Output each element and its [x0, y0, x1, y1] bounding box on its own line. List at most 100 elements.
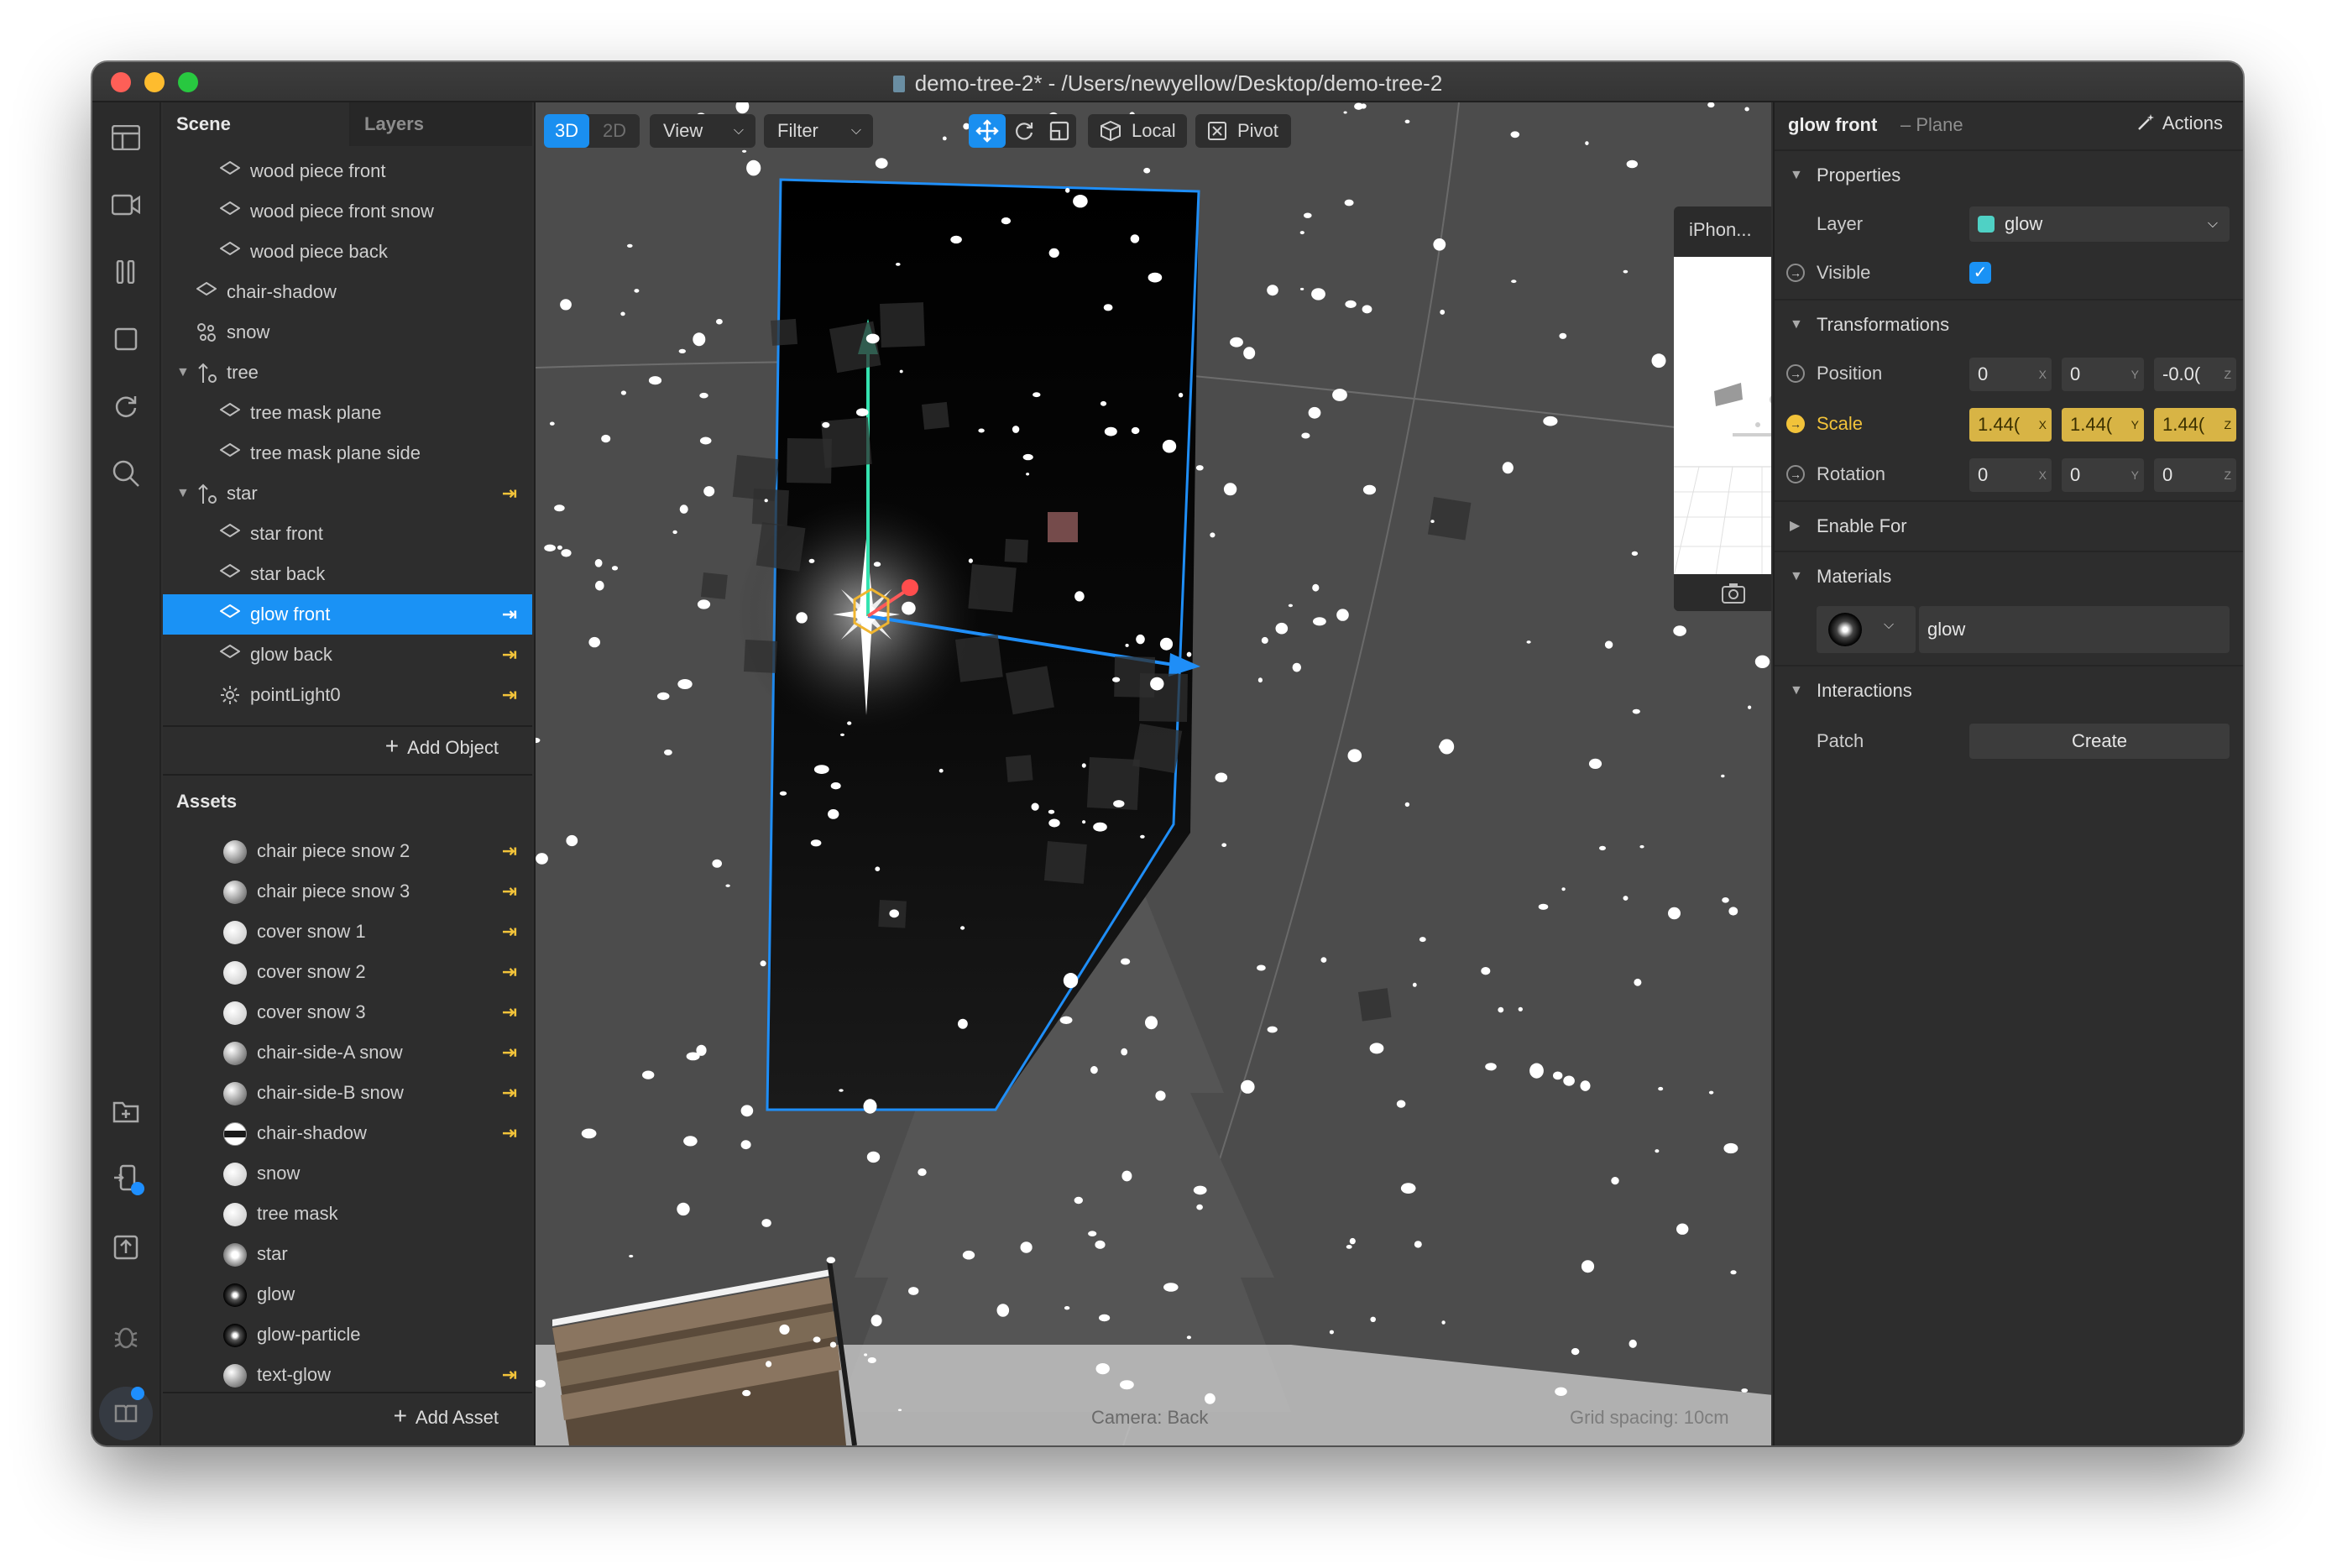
section-transformations[interactable]: ▼ Transformations: [1775, 299, 2243, 348]
disclosure-down-icon[interactable]: ▼: [176, 353, 190, 393]
arrow-right-icon[interactable]: →: [1786, 465, 1805, 483]
actions-button[interactable]: Actions: [2136, 112, 2223, 134]
scene-item-star[interactable]: ▼ star ⇥: [163, 473, 532, 514]
linked-arrow-icon[interactable]: ⇥: [502, 952, 517, 992]
bug-icon[interactable]: [109, 1320, 143, 1353]
asset-item[interactable]: chair-side-A snow ⇥: [163, 1032, 532, 1073]
square-icon[interactable]: [109, 322, 143, 356]
asset-item[interactable]: cover snow 3 ⇥: [163, 992, 532, 1032]
asset-item[interactable]: chair-shadow ⇥: [163, 1113, 532, 1153]
scene-item-tree[interactable]: ▼ tree: [163, 353, 532, 393]
section-properties[interactable]: ▼ Properties: [1775, 149, 2243, 198]
pause-icon[interactable]: [109, 255, 143, 289]
scene-item-tree-mask-plane[interactable]: tree mask plane: [163, 393, 532, 433]
disclosure-down-icon[interactable]: ▼: [176, 473, 190, 514]
asset-item[interactable]: chair-side-B snow ⇥: [163, 1073, 532, 1113]
layout-icon[interactable]: [109, 121, 143, 154]
layer-select[interactable]: glow ⌵: [1969, 206, 2230, 242]
snow-flake: [1347, 749, 1362, 762]
asset-item[interactable]: snow: [163, 1153, 532, 1194]
filter-dropdown[interactable]: Filter ⌵: [764, 114, 873, 148]
linked-arrow-icon[interactable]: ⇥: [502, 1355, 517, 1395]
search-icon[interactable]: [109, 457, 143, 490]
export-icon[interactable]: [109, 1231, 143, 1264]
rotation-y-input[interactable]: 0Y: [2062, 458, 2144, 492]
scene-item-tree-mask-plane-side[interactable]: tree mask plane side: [163, 433, 532, 473]
scale-x-input[interactable]: 1.44(X: [1969, 408, 2052, 442]
asset-item[interactable]: glow: [163, 1274, 532, 1315]
material-field[interactable]: glow: [1919, 606, 2230, 653]
section-enable-for[interactable]: ▶ Enable For: [1775, 500, 2243, 549]
arrow-right-icon[interactable]: →: [1786, 415, 1805, 433]
asset-item[interactable]: cover snow 1 ⇥: [163, 912, 532, 952]
arrow-right-icon[interactable]: →: [1786, 264, 1805, 282]
video-icon[interactable]: [109, 188, 143, 222]
scale-z-input[interactable]: 1.44(Z: [2154, 408, 2236, 442]
asset-item[interactable]: text-glow ⇥: [163, 1355, 532, 1395]
linked-arrow-icon[interactable]: ⇥: [502, 594, 517, 635]
scale-y-input[interactable]: 1.44(Y: [2062, 408, 2144, 442]
position-x-input[interactable]: 0X: [1969, 358, 2052, 391]
add-asset-button[interactable]: + Add Asset: [163, 1393, 532, 1439]
linked-arrow-icon[interactable]: ⇥: [502, 635, 517, 675]
book-icon[interactable]: [99, 1387, 153, 1440]
asset-item[interactable]: chair piece snow 3 ⇥: [163, 871, 532, 912]
material-value: glow: [1927, 619, 1966, 640]
scene-item-star-front[interactable]: star front: [163, 514, 532, 554]
rotation-x-input[interactable]: 0X: [1969, 458, 2052, 492]
linked-arrow-icon[interactable]: ⇥: [502, 1032, 517, 1073]
tab-scene[interactable]: Scene: [163, 102, 349, 146]
linked-arrow-icon[interactable]: ⇥: [502, 912, 517, 952]
pivot-button[interactable]: Pivot: [1195, 114, 1291, 148]
scene-item-wood-piece-front[interactable]: wood piece front: [163, 151, 532, 191]
scene-item-pointlight0[interactable]: pointLight0 ⇥: [163, 675, 532, 715]
section-interactions[interactable]: ▼ Interactions: [1775, 665, 2243, 713]
asset-item[interactable]: star: [163, 1234, 532, 1274]
scene-item-glow-back[interactable]: glow back ⇥: [163, 635, 532, 675]
linked-arrow-icon[interactable]: ⇥: [502, 473, 517, 514]
linked-arrow-icon[interactable]: ⇥: [502, 1073, 517, 1113]
add-object-button[interactable]: + Add Object: [163, 724, 532, 769]
asset-item[interactable]: chair piece snow 2 ⇥: [163, 831, 532, 871]
scale-tool-button[interactable]: [1043, 114, 1076, 148]
asset-item[interactable]: cover snow 2 ⇥: [163, 952, 532, 992]
view-dropdown[interactable]: View ⌵: [650, 114, 755, 148]
viewport-canvas[interactable]: [536, 102, 1771, 1445]
position-z-input[interactable]: -0.0(Z: [2154, 358, 2236, 391]
rotate-tool-button[interactable]: [1007, 114, 1041, 148]
scene-item-wood-piece-front-snow[interactable]: wood piece front snow: [163, 191, 532, 232]
snow-flake: [1100, 400, 1107, 406]
visible-checkbox[interactable]: ✓: [1969, 262, 1991, 284]
material-picker[interactable]: ⌵: [1817, 606, 1916, 653]
asset-item[interactable]: tree mask: [163, 1194, 532, 1234]
scene-item-wood-piece-back[interactable]: wood piece back: [163, 232, 532, 272]
linked-arrow-icon[interactable]: ⇥: [502, 992, 517, 1032]
snow-flake: [696, 1044, 707, 1056]
mode-3d-button[interactable]: 3D: [544, 114, 589, 148]
preview-device-select[interactable]: iPhon... ⌵ ≡: [1674, 206, 1771, 253]
tab-layers[interactable]: Layers: [351, 102, 532, 146]
linked-arrow-icon[interactable]: ⇥: [502, 871, 517, 912]
scene-viewport[interactable]: 3D 2D View ⌵ Filter ⌵ Local Pivot iPhon.…: [534, 102, 1771, 1445]
arrow-right-icon[interactable]: →: [1786, 364, 1805, 383]
position-x-value: 0: [1978, 363, 1989, 384]
scene-item-glow-front[interactable]: glow front ⇥: [163, 594, 532, 635]
linked-arrow-icon[interactable]: ⇥: [502, 1113, 517, 1153]
scene-item-star-back[interactable]: star back: [163, 554, 532, 594]
refresh-icon[interactable]: [109, 389, 143, 423]
create-patch-button[interactable]: Create: [1969, 724, 2230, 759]
scene-item-chair-shadow[interactable]: chair-shadow: [163, 272, 532, 312]
snow-flake: [1223, 483, 1237, 496]
mode-2d-button[interactable]: 2D: [591, 114, 638, 148]
section-materials[interactable]: ▼ Materials: [1775, 551, 2243, 599]
asset-item[interactable]: glow-particle: [163, 1315, 532, 1355]
move-tool-button[interactable]: [969, 114, 1006, 148]
local-space-button[interactable]: Local: [1088, 114, 1187, 148]
new-folder-icon[interactable]: [109, 1095, 143, 1128]
linked-arrow-icon[interactable]: ⇥: [502, 831, 517, 871]
position-y-input[interactable]: 0Y: [2062, 358, 2144, 391]
linked-arrow-icon[interactable]: ⇥: [502, 675, 517, 715]
scene-item-snow[interactable]: snow: [163, 312, 532, 353]
rotation-z-input[interactable]: 0Z: [2154, 458, 2236, 492]
screenshot-icon[interactable]: [1721, 583, 1746, 604]
